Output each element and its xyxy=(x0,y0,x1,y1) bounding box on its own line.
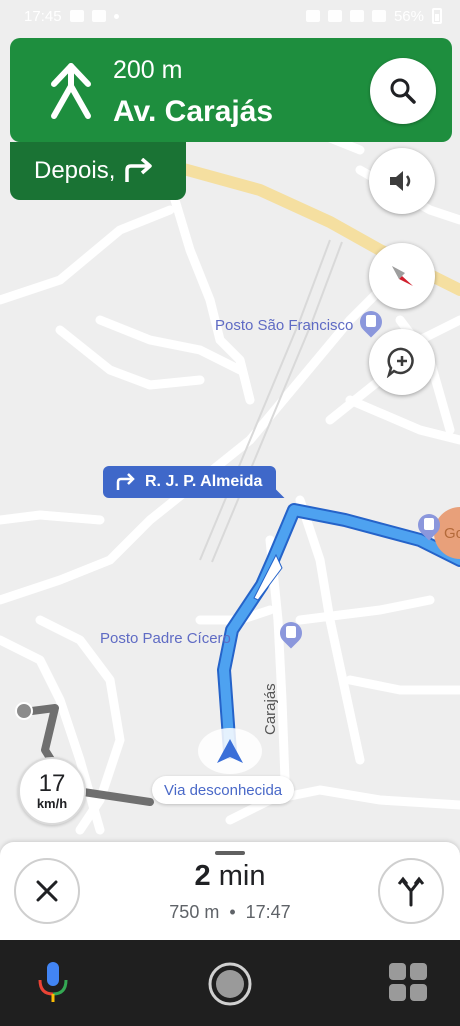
speed-value: 17 xyxy=(38,769,66,797)
duration-unit: min xyxy=(218,860,266,892)
navigation-banner[interactable]: 200 m Av. Carajás xyxy=(10,38,452,142)
notification-icon xyxy=(69,10,84,22)
road-label-carajas: Carajás xyxy=(262,683,279,735)
poi-label-padre-cicero[interactable]: Posto Padre Cícero xyxy=(100,630,231,647)
battery-icon xyxy=(432,8,442,24)
current-road-label: Via desconhecida xyxy=(152,776,295,804)
mute-icon xyxy=(327,10,342,22)
gas-station-icon[interactable] xyxy=(275,617,307,650)
system-navigation-bar xyxy=(0,940,460,1026)
then-banner[interactable]: Depois, xyxy=(10,142,186,200)
arrival-time: 17:47 xyxy=(245,902,291,922)
turn-right-icon xyxy=(125,158,153,182)
fork-route-icon xyxy=(397,876,425,907)
maneuver-street: Av. Carajás xyxy=(113,95,274,128)
report-button[interactable] xyxy=(369,329,435,395)
status-time: 17:45 xyxy=(24,7,62,25)
speed-unit: km/h xyxy=(36,795,68,811)
trip-distance: 750 m xyxy=(169,902,220,922)
then-label: Depois, xyxy=(34,157,116,184)
turn-callout-street: R. J. P. Almeida xyxy=(145,473,263,490)
poi-label-sao-francisco[interactable]: Posto São Francisco xyxy=(215,317,353,334)
voice-search-icon[interactable] xyxy=(37,960,69,1006)
sound-button[interactable] xyxy=(369,148,435,214)
search-button[interactable] xyxy=(370,58,436,124)
battery-percent: 56% xyxy=(393,7,424,25)
compass-button[interactable] xyxy=(369,243,435,309)
turn-right-icon xyxy=(116,473,135,490)
search-icon xyxy=(390,78,416,104)
status-bar: 17:45 56% xyxy=(0,0,460,32)
continue-straight-icon xyxy=(51,63,91,119)
turn-callout: R. J. P. Almeida xyxy=(103,466,277,498)
compass-icon xyxy=(392,266,413,286)
sheet-handle[interactable] xyxy=(215,851,245,855)
speedometer: 17 km/h xyxy=(18,757,86,825)
home-button-icon[interactable] xyxy=(207,961,253,1007)
navigation-arrow-icon xyxy=(217,739,243,763)
youtube-icon xyxy=(91,10,106,22)
current-location xyxy=(198,728,262,774)
gas-station-icon[interactable] xyxy=(355,306,387,339)
poi-label-partial[interactable]: Go xyxy=(444,525,460,542)
add-report-icon xyxy=(386,347,414,378)
duration-value: 2 xyxy=(194,860,211,892)
separator: • xyxy=(229,902,236,922)
alternate-routes-button[interactable] xyxy=(378,858,444,924)
maneuver-distance: 200 m xyxy=(113,56,183,84)
app-drawer-icon[interactable] xyxy=(388,962,428,1002)
signal-icon xyxy=(371,10,386,22)
more-notifications-icon xyxy=(113,13,119,19)
location-icon xyxy=(349,10,364,22)
alarm-icon xyxy=(305,10,320,22)
trip-sheet[interactable]: 2 min 750 m • 17:47 xyxy=(0,842,460,940)
volume-icon xyxy=(390,171,411,191)
gas-station-icon[interactable] xyxy=(413,509,445,542)
